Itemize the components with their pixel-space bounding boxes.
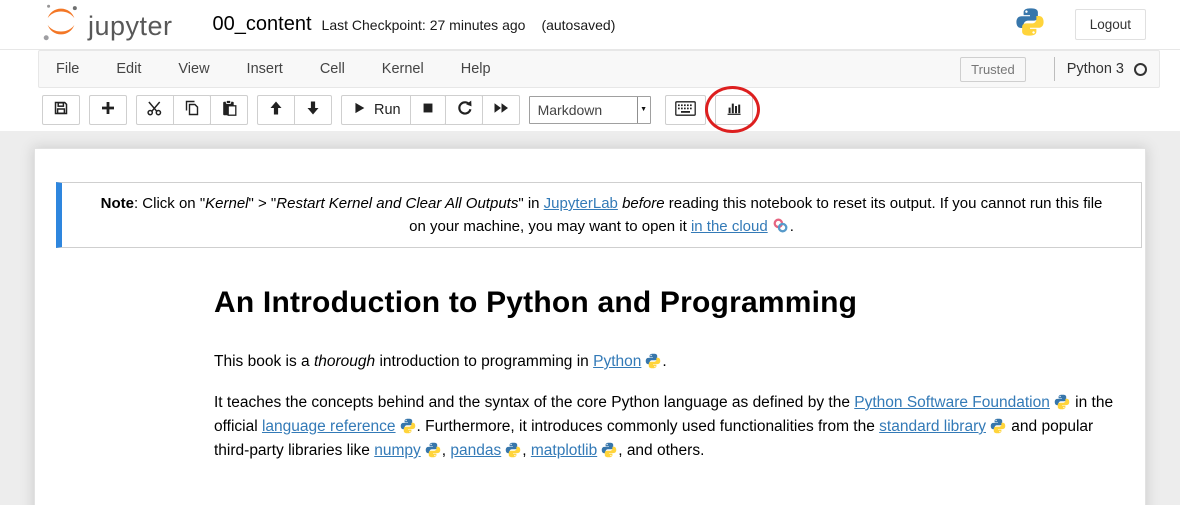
- page-title: An Introduction to Python and Programmin…: [214, 286, 1119, 320]
- kernel-status-icon: [1134, 63, 1147, 76]
- note-blockquote: Note: Click on "Kernel" > "Restart Kerne…: [56, 182, 1142, 248]
- link[interactable]: Python: [593, 353, 641, 370]
- restart-kernel-icon: [455, 99, 473, 120]
- stop-button[interactable]: [410, 95, 446, 125]
- move-cell-down-button[interactable]: [294, 95, 332, 125]
- link[interactable]: matplotlib: [531, 442, 597, 459]
- keyboard-icon: [675, 101, 696, 119]
- link[interactable]: JupyterLab: [544, 195, 618, 212]
- select-dropdown-arrow-icon: ▼: [637, 97, 650, 123]
- add-cell-icon: [99, 99, 117, 120]
- paste-icon: [220, 99, 238, 120]
- menu-help[interactable]: Help: [461, 61, 516, 77]
- chart-button[interactable]: [715, 95, 753, 125]
- autosave-status: (autosaved): [541, 17, 615, 33]
- menu-kernel[interactable]: Kernel: [382, 61, 449, 77]
- command-palette-button[interactable]: [665, 95, 706, 125]
- kernel-divider: [1054, 57, 1055, 81]
- restart-kernel-button[interactable]: [445, 95, 483, 125]
- jupyter-logo-text: jupyter: [88, 11, 173, 42]
- fast-forward-icon: [492, 99, 510, 120]
- move-up-icon: [267, 99, 285, 120]
- run-button-label: Run: [374, 102, 401, 118]
- cell-type-value: Markdown: [530, 102, 637, 118]
- link[interactable]: numpy: [374, 442, 421, 459]
- jupyter-logo-icon: [40, 1, 82, 48]
- paragraph-1: This book is a thorough introduction to …: [214, 350, 1119, 374]
- trusted-badge: Trusted: [960, 57, 1026, 82]
- link[interactable]: standard library: [879, 418, 986, 435]
- copy-icon: [183, 99, 201, 120]
- binder-icon: [772, 217, 789, 234]
- add-cell-button[interactable]: [89, 95, 127, 125]
- checkpoint-status: Last Checkpoint: 27 minutes ago: [322, 17, 526, 33]
- menu-view[interactable]: View: [178, 61, 234, 77]
- copy-button[interactable]: [173, 95, 211, 125]
- paragraph-2: It teaches the concepts behind and the s…: [214, 391, 1119, 463]
- notebook-title[interactable]: 00_content: [213, 13, 312, 36]
- run-button[interactable]: Run: [341, 95, 411, 125]
- link[interactable]: Python Software Foundation: [854, 394, 1050, 411]
- cut-icon: [146, 99, 164, 120]
- link[interactable]: in the cloud: [691, 218, 768, 235]
- python-logo-icon: [1015, 7, 1045, 42]
- notebook-page: Note: Click on "Kernel" > "Restart Kerne…: [34, 148, 1146, 505]
- python-icon: [1054, 394, 1070, 410]
- jupyter-logo[interactable]: jupyter: [40, 1, 173, 48]
- link[interactable]: pandas: [450, 442, 501, 459]
- notebook-header: jupyter 00_content Last Checkpoint: 27 m…: [0, 0, 1180, 50]
- link[interactable]: language reference: [262, 418, 396, 435]
- python-icon: [990, 418, 1006, 434]
- run-all-button[interactable]: [482, 95, 520, 125]
- kernel-name: Python 3: [1067, 61, 1124, 77]
- move-down-icon: [304, 99, 322, 120]
- menu-cell[interactable]: Cell: [320, 61, 370, 77]
- run-icon: [351, 100, 367, 119]
- cut-button[interactable]: [136, 95, 174, 125]
- cell-type-select[interactable]: Markdown ▼: [529, 96, 651, 124]
- python-icon: [400, 418, 416, 434]
- python-icon: [601, 442, 617, 458]
- save-button[interactable]: [42, 95, 80, 125]
- move-cell-up-button[interactable]: [257, 95, 295, 125]
- toolbar: Run Markdown ▼: [0, 88, 1180, 131]
- menubar: File Edit View Insert Cell Kernel Help T…: [38, 50, 1160, 88]
- python-icon: [425, 442, 441, 458]
- python-icon: [645, 353, 661, 369]
- logout-button[interactable]: Logout: [1075, 9, 1146, 40]
- python-icon: [505, 442, 521, 458]
- notebook-area: Note: Click on "Kernel" > "Restart Kerne…: [0, 131, 1180, 505]
- menu-file[interactable]: File: [56, 61, 104, 77]
- markdown-cell: An Introduction to Python and Programmin…: [35, 286, 1145, 463]
- menu-insert[interactable]: Insert: [247, 61, 308, 77]
- paste-button[interactable]: [210, 95, 248, 125]
- stop-icon: [420, 100, 436, 119]
- bar-chart-icon: [725, 99, 743, 120]
- menu-edit[interactable]: Edit: [116, 61, 166, 77]
- save-icon: [52, 99, 70, 120]
